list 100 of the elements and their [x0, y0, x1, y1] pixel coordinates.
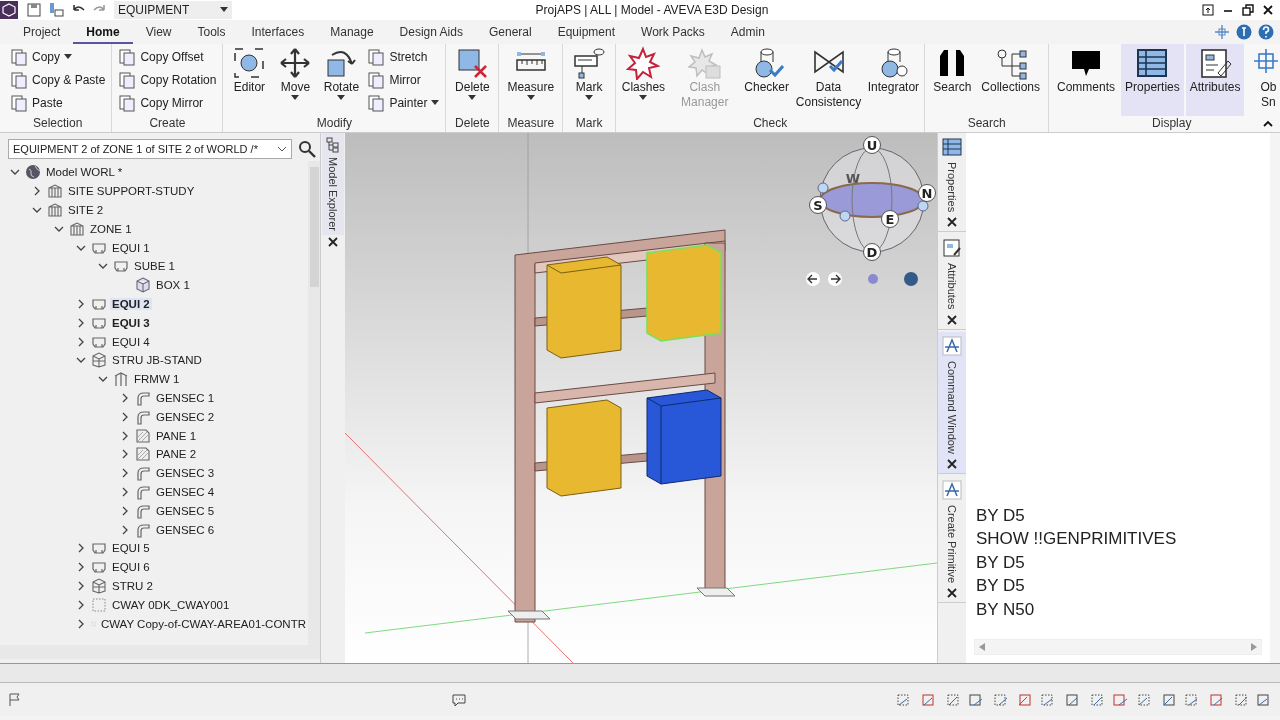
ribbon-button[interactable]: Painter	[365, 92, 442, 113]
wrench-icon[interactable]	[1236, 24, 1252, 40]
tree-item[interactable]: GENSEC 4	[154, 485, 217, 498]
snap-icon[interactable]	[968, 691, 984, 708]
ribbon-button[interactable]: Attributes	[1185, 44, 1245, 116]
ribbon-tab[interactable]: Interfaces	[238, 23, 318, 44]
snap-icon[interactable]	[1160, 691, 1176, 708]
tree-item[interactable]: BOX 1	[154, 279, 192, 292]
save-icon[interactable]	[26, 2, 42, 18]
tree-item[interactable]: SITE 2	[66, 204, 106, 216]
ribbon-button[interactable]: Checker	[742, 44, 791, 116]
tree-item[interactable]: Model WORL *	[44, 166, 125, 179]
globe-icon[interactable]	[904, 272, 918, 286]
ribbon-button[interactable]: Integrator	[866, 44, 921, 116]
ribbon-button[interactable]: Search	[929, 44, 976, 116]
model-viewport[interactable]: U N S E D W	[345, 133, 937, 663]
collapse-ribbon-icon[interactable]	[1262, 118, 1274, 128]
ribbon-button[interactable]: Ob Sn	[1246, 44, 1280, 116]
scrollbar[interactable]	[308, 161, 320, 645]
ribbon-button[interactable]: Copy Rotation	[116, 70, 219, 90]
speech-bubble-icon[interactable]	[451, 691, 467, 708]
ribbon-button[interactable]: Copy	[8, 47, 108, 68]
ribbon-tab[interactable]: Admin	[717, 23, 778, 44]
tree-item[interactable]: GENSEC 2	[154, 410, 217, 423]
snap-icon[interactable]	[896, 691, 912, 708]
tree-item[interactable]: CWAY 0DK_CWAY001	[110, 598, 232, 611]
ribbon-tab[interactable]: Manage	[317, 23, 387, 44]
forward-icon[interactable]	[828, 272, 842, 286]
close-icon[interactable]	[326, 235, 340, 249]
tree-item[interactable]: EQUI 2	[110, 297, 152, 310]
tree-item[interactable]: STRU 2	[110, 579, 155, 592]
app-logo[interactable]	[0, 1, 18, 19]
snap-icon[interactable]	[1232, 691, 1248, 708]
ribbon-button[interactable]: Clashes	[620, 44, 667, 116]
tree-item[interactable]: PANE 2	[154, 448, 199, 461]
ribbon-tab[interactable]: View	[132, 23, 185, 44]
ribbon-button[interactable]: Paste	[8, 92, 108, 113]
ribbon-button[interactable]: Copy & Paste	[8, 70, 108, 90]
close-icon[interactable]	[947, 314, 957, 325]
tree-item[interactable]: SITE SUPPORT-STUDY	[66, 185, 197, 198]
ribbon-tab[interactable]: Tools	[184, 23, 239, 44]
close-icon[interactable]	[947, 217, 957, 228]
tree-item[interactable]: ZONE 1	[88, 222, 134, 235]
tree-item[interactable]: GENSEC 5	[154, 504, 217, 517]
tree-item[interactable]: PANE 1	[154, 429, 199, 442]
snap-icon[interactable]	[1256, 691, 1272, 708]
ribbon-button[interactable]: Data Consistency	[792, 44, 865, 116]
ribbon-button[interactable]: Editor	[227, 44, 272, 116]
snap-icon[interactable]	[944, 691, 960, 708]
scroll-left-icon[interactable]	[979, 643, 985, 651]
direction-button[interactable]: U	[863, 136, 881, 154]
direction-button[interactable]: E	[881, 210, 899, 228]
tree-item[interactable]: GENSEC 1	[154, 391, 217, 404]
ribbon-tab[interactable]: Project	[10, 23, 74, 44]
tree-item[interactable]: GENSEC 3	[154, 467, 217, 480]
ribbon-button[interactable]: Copy Offset	[116, 47, 219, 68]
snap-icon[interactable]	[1016, 691, 1032, 708]
snap-icon[interactable]	[1184, 691, 1200, 708]
tree-item[interactable]: EQUI 4	[110, 335, 152, 348]
close-icon[interactable]	[947, 458, 957, 469]
tree-item[interactable]: STRU JB-STAND	[110, 354, 204, 367]
close-icon[interactable]	[1262, 4, 1274, 16]
ribbon-button[interactable]: Measure	[503, 44, 559, 116]
scroll-right-icon[interactable]	[1251, 643, 1257, 651]
direction-button[interactable]: S	[809, 196, 827, 214]
device-icon[interactable]	[48, 2, 64, 18]
ribbon-button[interactable]: Rotate	[319, 44, 364, 116]
side-tab[interactable]: Model Explorer	[322, 133, 344, 235]
tree-item[interactable]: GENSEC 6	[154, 523, 217, 536]
help-icon[interactable]	[1258, 24, 1274, 40]
path-dropdown[interactable]: EQUIPMENT 2 of ZONE 1 of SITE 2 of WORLD /*	[8, 139, 292, 159]
direction-button[interactable]: N	[918, 184, 936, 202]
ribbon-button[interactable]: Move	[273, 44, 318, 116]
restore-icon[interactable]	[1242, 4, 1254, 16]
snap-icon[interactable]	[1064, 691, 1080, 708]
snap-icon[interactable]	[1112, 691, 1128, 708]
ribbon-button[interactable]: Mark	[567, 44, 612, 116]
tree-item[interactable]: EQUI 3	[110, 316, 152, 329]
side-tab[interactable]: Command Window	[938, 331, 966, 474]
ribbon-button[interactable]: Copy Mirror	[116, 92, 219, 113]
tree-item[interactable]: EQUI 1	[110, 241, 152, 254]
ribbon-tab[interactable]: General	[475, 23, 545, 44]
ribbon-button[interactable]: Stretch	[365, 47, 442, 68]
ribbon-tab[interactable]: Work Packs	[628, 23, 718, 44]
scrollbar[interactable]	[974, 639, 1262, 655]
snap-icon[interactable]	[992, 691, 1008, 708]
snap-icon[interactable]	[1040, 691, 1056, 708]
restore-ribbon-icon[interactable]	[1202, 4, 1214, 16]
ribbon-tab[interactable]: Equipment	[544, 23, 629, 44]
tree-item[interactable]: EQUI 5	[110, 542, 152, 555]
ribbon-button[interactable]: Properties	[1121, 44, 1184, 116]
snap-icon[interactable]	[1208, 691, 1224, 708]
close-icon[interactable]	[947, 587, 957, 598]
tree-item[interactable]: CWAY Copy-of-CWAY-AREA01-CONTR	[98, 617, 308, 630]
direction-button[interactable]: D	[863, 243, 881, 261]
tree-item[interactable]: SUBE 1	[132, 260, 177, 273]
dot-icon[interactable]	[868, 274, 878, 284]
element-combo[interactable]: EQUIPMENT	[114, 1, 232, 19]
tree-item[interactable]: EQUI 6	[110, 561, 152, 574]
snap-toolbar[interactable]	[896, 691, 1272, 708]
